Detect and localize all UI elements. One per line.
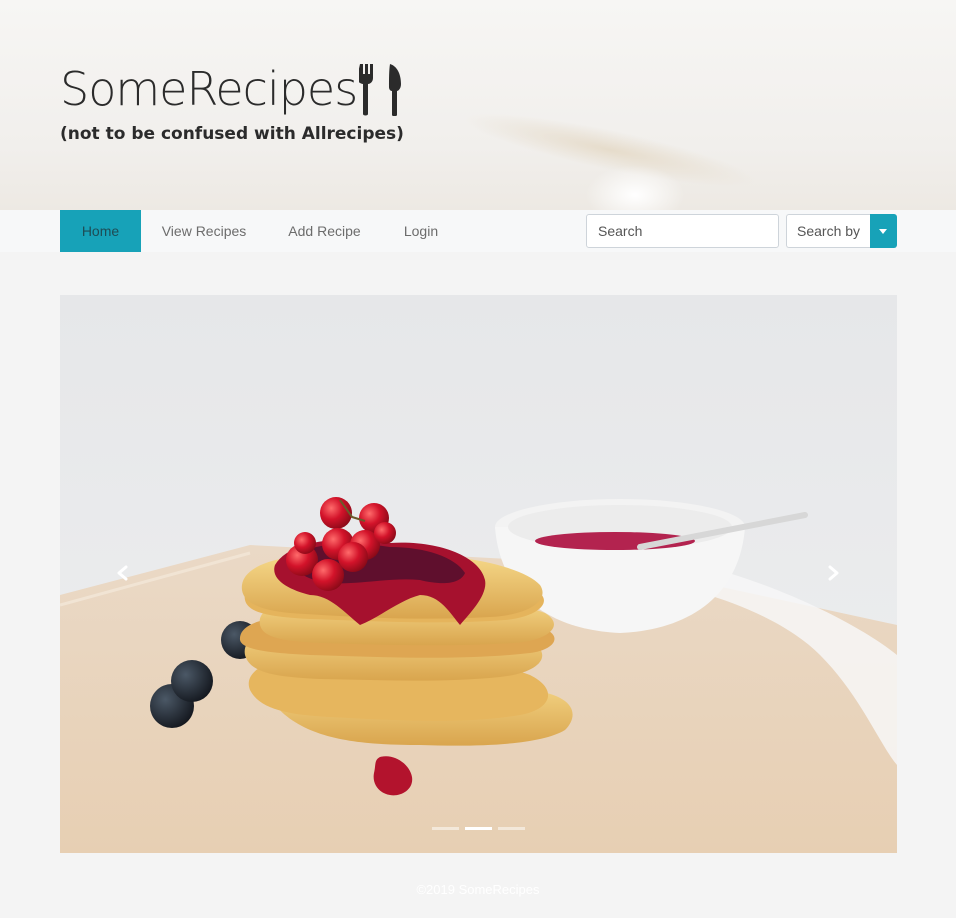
nav-view-recipes[interactable]: View Recipes [150, 210, 258, 252]
carousel-indicator[interactable] [498, 827, 525, 830]
utensils-icon [357, 64, 403, 127]
chevron-left-icon [117, 565, 128, 581]
carousel-indicator[interactable] [432, 827, 459, 830]
image-carousel [60, 295, 897, 853]
header-banner: SomeRecipes (not to be confused with All… [0, 0, 956, 210]
chevron-right-icon [828, 565, 839, 581]
carousel-slide-image [60, 295, 897, 853]
site-title: SomeRecipes [60, 62, 403, 127]
nav-login[interactable]: Login [390, 210, 452, 252]
carousel-indicators [432, 827, 526, 831]
search-by-button[interactable]: Search by [786, 214, 871, 248]
nav-home[interactable]: Home [60, 210, 141, 252]
background-decoration [585, 165, 685, 210]
footer-copyright: ©2019 SomeRecipes [416, 882, 540, 897]
nav-add-recipe[interactable]: Add Recipe [276, 210, 373, 252]
caret-down-icon [879, 229, 887, 234]
search-by-dropdown-toggle[interactable] [870, 214, 897, 248]
carousel-indicator[interactable] [465, 827, 492, 830]
search-input[interactable] [586, 214, 779, 248]
site-title-text: SomeRecipes [60, 62, 358, 116]
carousel-prev-button[interactable] [110, 557, 134, 589]
navbar: Home View Recipes Add Recipe Login Searc… [0, 210, 956, 252]
carousel-next-button[interactable] [822, 557, 846, 589]
site-subtitle: (not to be confused with Allrecipes) [60, 124, 404, 144]
